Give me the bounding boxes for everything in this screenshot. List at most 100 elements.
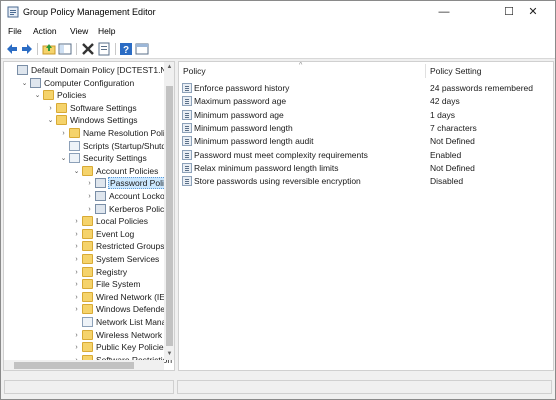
- tree-item[interactable]: › File System: [4, 278, 164, 291]
- tree-item-label: Windows Defender I: [96, 304, 173, 315]
- expand-chevron-down-icon[interactable]: ⌄: [46, 114, 55, 127]
- tree-item-label: Scripts (Startup/Shutdo: [83, 140, 171, 151]
- tree-item-label: Wired Network (IEEE: [96, 291, 175, 302]
- view-icon[interactable]: [135, 42, 149, 56]
- list-item[interactable]: Relax minimum password length limits Not …: [179, 162, 553, 175]
- doc-icon: [69, 140, 80, 151]
- tree-item[interactable]: › System Services: [4, 253, 164, 266]
- tree-item[interactable]: › Public Key Policies: [4, 341, 168, 354]
- list-item[interactable]: Minimum password age 1 days: [179, 109, 553, 122]
- delete-icon[interactable]: [81, 42, 95, 56]
- doc-icon: [82, 317, 93, 327]
- security-icon: [69, 153, 80, 164]
- list-item[interactable]: Minimum password length audit Not Defined: [179, 135, 553, 148]
- tree-item[interactable]: › Name Resolution Policy: [4, 127, 173, 140]
- policy-name: Relax minimum password length limits: [194, 162, 339, 173]
- tree-item[interactable]: ⌄ Account Policies: [4, 165, 164, 178]
- tree-item-label: Security Settings: [83, 153, 147, 164]
- tree-item[interactable]: ⌄ Windows Settings: [4, 114, 164, 127]
- menu-file[interactable]: File: [8, 26, 22, 36]
- expand-chevron-right-icon[interactable]: [7, 64, 16, 77]
- list-item[interactable]: Password must meet complexity requiremen…: [179, 149, 553, 162]
- menu-help[interactable]: Help: [98, 26, 115, 36]
- window-title: Group Policy Management Editor: [23, 7, 156, 17]
- expand-chevron-down-icon[interactable]: ⌄: [59, 152, 68, 165]
- expand-chevron-right-icon[interactable]: [72, 316, 81, 329]
- show-hide-tree-icon[interactable]: [58, 42, 72, 56]
- expand-chevron-right-icon[interactable]: ›: [85, 177, 94, 190]
- expand-chevron-right-icon[interactable]: [59, 140, 68, 153]
- help-icon[interactable]: ?: [119, 42, 133, 56]
- policy-name: Minimum password length: [194, 122, 293, 133]
- scrollbar-thumb[interactable]: [14, 362, 134, 369]
- list-item[interactable]: Store passwords using reversible encrypt…: [179, 175, 553, 188]
- tree-vertical-scrollbar[interactable]: ▲ ▼: [164, 62, 174, 360]
- expand-chevron-right-icon[interactable]: ›: [46, 102, 55, 115]
- expand-chevron-right-icon[interactable]: ›: [85, 190, 94, 203]
- expand-chevron-right-icon[interactable]: ›: [72, 215, 81, 228]
- properties-icon[interactable]: [97, 42, 111, 56]
- tree-item[interactable]: › Kerberos Policy: [4, 203, 169, 216]
- column-divider[interactable]: [425, 64, 426, 78]
- list-item[interactable]: Minimum password length 7 characters: [179, 122, 553, 135]
- forward-icon[interactable]: [20, 42, 34, 56]
- folder-icon: [82, 304, 93, 315]
- tree-item[interactable]: › Restricted Groups: [4, 240, 165, 253]
- expand-chevron-right-icon[interactable]: ›: [72, 329, 81, 342]
- main-window: Group Policy Management Editor — ☐ ✕ Fil…: [0, 0, 556, 400]
- expand-chevron-right-icon[interactable]: ›: [72, 266, 81, 279]
- menu-view[interactable]: View: [70, 26, 88, 36]
- expand-chevron-right-icon[interactable]: ›: [72, 303, 81, 316]
- scroll-up-arrow-icon[interactable]: ▲: [165, 63, 174, 72]
- close-button[interactable]: ✕: [511, 1, 555, 23]
- policy-icon: [17, 65, 28, 75]
- tree-horizontal-scrollbar[interactable]: [4, 360, 164, 370]
- sort-indicator-icon: ^: [299, 62, 303, 69]
- tree-item[interactable]: › Local Policies: [4, 215, 164, 228]
- expand-chevron-right-icon[interactable]: ›: [72, 291, 81, 304]
- svg-text:?: ?: [123, 45, 129, 56]
- column-header-policy-setting[interactable]: Policy Setting: [430, 62, 482, 80]
- details-pane: Policy ^ Policy Setting Enforce password…: [178, 61, 554, 371]
- column-header-policy[interactable]: Policy: [183, 62, 206, 80]
- tree-item[interactable]: › Windows Defender I: [4, 303, 173, 316]
- up-folder-icon[interactable]: [42, 42, 56, 56]
- expand-chevron-right-icon[interactable]: ›: [72, 253, 81, 266]
- tree-item[interactable]: ⌄ Policies: [4, 89, 164, 102]
- console-tree[interactable]: ›Software Restriction›Public Key Policie…: [3, 61, 175, 371]
- tree-item-label: Account Policies: [96, 165, 159, 176]
- list-item[interactable]: Enforce password history 24 passwords rem…: [179, 82, 553, 95]
- expand-chevron-right-icon[interactable]: ›: [59, 127, 68, 140]
- tree-item[interactable]: Scripts (Startup/Shutdo: [4, 140, 171, 153]
- scroll-down-arrow-icon[interactable]: ▼: [165, 350, 174, 359]
- expand-chevron-right-icon[interactable]: ›: [72, 341, 81, 354]
- tree-item-label: Registry: [96, 266, 128, 277]
- tree-item-label: Restricted Groups: [96, 241, 165, 252]
- tree-item[interactable]: › Registry: [4, 266, 164, 279]
- expand-chevron-down-icon[interactable]: ⌄: [33, 89, 42, 102]
- tree-item[interactable]: ⌄ Security Settings: [4, 152, 164, 165]
- menu-action[interactable]: Action: [33, 26, 57, 36]
- tree-item[interactable]: › Account Lockou: [4, 190, 169, 203]
- tree-item[interactable]: › Password Policy: [4, 177, 174, 190]
- tree-item[interactable]: Default Domain Policy [DCTEST1.NEP1: [4, 64, 174, 77]
- expand-chevron-down-icon[interactable]: ⌄: [72, 165, 81, 178]
- tree-item[interactable]: › Wired Network (IEEE: [4, 291, 174, 304]
- tree-item[interactable]: › Software Settings: [4, 102, 164, 115]
- expand-chevron-right-icon[interactable]: ›: [72, 228, 81, 241]
- tree-item[interactable]: › Wireless Network (IE: [4, 329, 174, 342]
- expand-chevron-down-icon[interactable]: ⌄: [20, 77, 29, 90]
- policy-setting-value: 24 passwords remembered: [430, 83, 533, 93]
- expand-chevron-right-icon[interactable]: ›: [72, 240, 81, 253]
- tree-item[interactable]: Network List Manag: [4, 316, 171, 329]
- app-icon: [7, 6, 19, 18]
- minimize-button[interactable]: —: [422, 1, 466, 23]
- expand-chevron-right-icon[interactable]: ›: [72, 278, 81, 291]
- tree-item[interactable]: ⌄ Computer Configuration: [4, 77, 164, 90]
- scrollbar-thumb[interactable]: [166, 86, 173, 346]
- back-icon[interactable]: [5, 42, 19, 56]
- tree-item[interactable]: › Event Log: [4, 228, 164, 241]
- list-item[interactable]: Maximum password age 42 days: [179, 95, 553, 108]
- expand-chevron-right-icon[interactable]: ›: [85, 203, 94, 216]
- toolbar: ?: [1, 39, 555, 59]
